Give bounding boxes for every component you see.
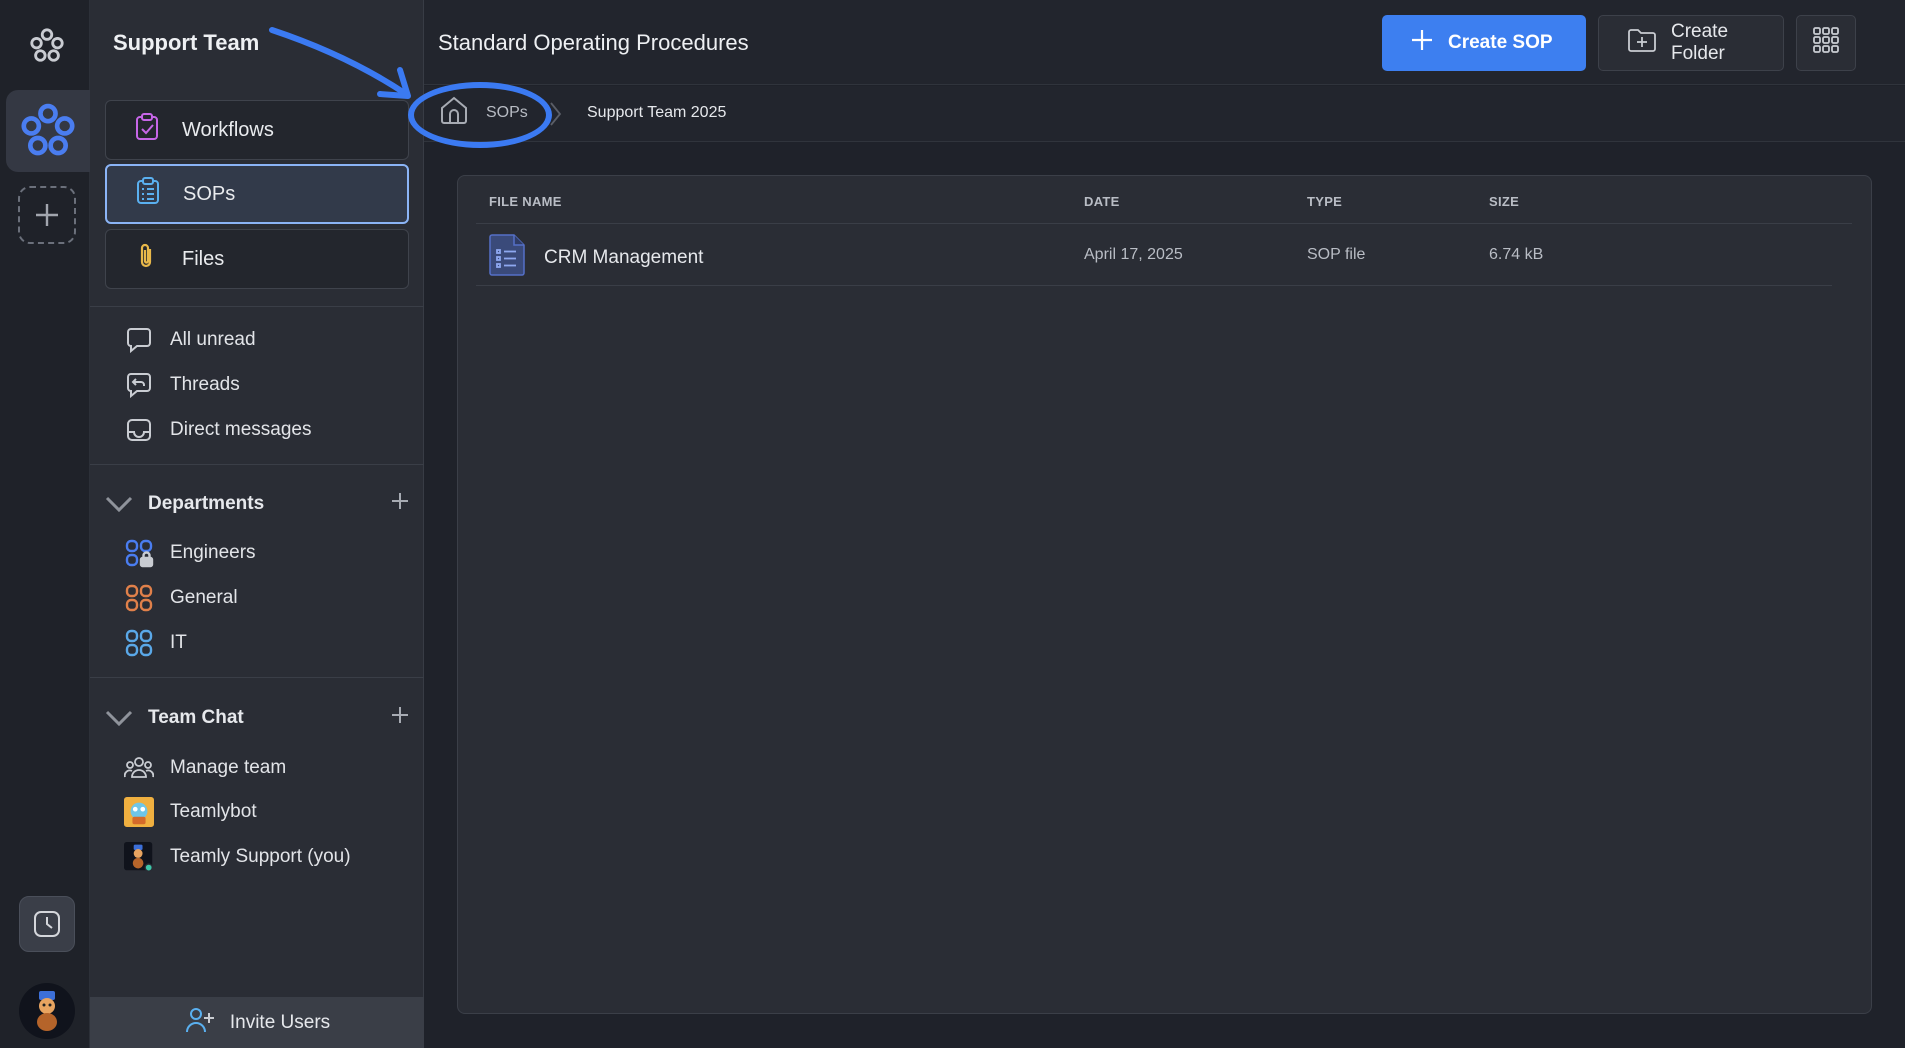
invite-users-label: Invite Users [229,1011,331,1033]
file-size: 6.74 kB [1489,246,1544,263]
divider [90,677,424,678]
add-department-icon[interactable] [390,491,410,517]
file-name: CRM Management [544,247,704,268]
document-icon [488,233,526,283]
sidebar-item-direct-messages[interactable]: Direct messages [124,412,312,448]
annotation-highlight [408,82,552,148]
sidebar-item-teamly-support[interactable]: Teamly Support (you) [124,839,351,875]
sidebar-item-label: Files [182,247,225,270]
create-sop-button[interactable]: Create SOP [1382,15,1586,71]
sidebar-item-label: All unread [170,329,256,350]
chevron-down-icon[interactable] [104,708,138,728]
departments-section[interactable]: Departments [104,486,410,522]
channel-icon [124,628,154,658]
workspace-rail [0,0,90,1048]
section-title: Departments [148,493,265,514]
create-folder-button[interactable]: Create Folder [1598,15,1784,71]
paperclip-icon [132,241,162,277]
clipboard-check-icon [132,112,162,148]
bot-avatar [124,797,154,827]
column-header[interactable]: SIZE [1489,194,1519,209]
sidebar-item-label: SOPs [183,182,236,205]
sidebar-item-files[interactable]: Files [105,229,409,289]
folder-plus-icon [1627,27,1657,59]
sidebar-item-teamlybot[interactable]: Teamlybot [124,794,257,830]
add-user-icon [184,1005,216,1041]
sidebar-item-label: Teamlybot [170,801,257,822]
team-chat-section[interactable]: Team Chat [104,700,410,736]
sidebar-item-label: Threads [170,374,240,395]
apps-grid-button[interactable] [1796,15,1856,71]
clipboard-list-icon [133,176,163,212]
chat-bubble-icon [124,325,154,355]
sidebar-item-threads[interactable]: Threads [124,367,240,403]
people-icon [124,753,154,783]
page-title: Standard Operating Procedures [438,30,749,55]
sidebar-item-label: Engineers [170,542,256,563]
section-title: Team Chat [148,707,244,728]
annotation-arrow [269,27,411,99]
teamly-logo-icon[interactable] [23,22,71,70]
breadcrumb-current[interactable]: Support Team 2025 [587,104,726,122]
table-header: FILE NAME DATE TYPE SIZE [476,176,1852,224]
invite-users-button[interactable]: Invite Users [90,997,424,1048]
file-table: FILE NAME DATE TYPE SIZE CRM Management … [457,175,1872,1014]
sidebar-item-it[interactable]: IT [124,625,187,661]
channel-locked-icon [124,538,154,568]
sidebar-item-label: Direct messages [170,419,312,440]
user-avatar [124,842,154,872]
sidebar-item-label: Manage team [170,757,287,778]
divider [90,306,424,307]
channel-icon [124,583,154,613]
sidebar-item-all-unread[interactable]: All unread [124,322,256,358]
sidebar-item-label: Workflows [182,118,274,141]
sidebar-item-manage-team[interactable]: Manage team [124,750,286,786]
breadcrumb: SOPs Support Team 2025 [408,82,1905,148]
grid-icon [1812,26,1840,60]
user-avatar[interactable] [19,983,75,1039]
add-chat-icon[interactable] [390,705,410,731]
sidebar-item-sops[interactable]: SOPs [105,164,409,224]
table-row[interactable]: CRM Management April 17, 2025 SOP file 6… [476,224,1832,286]
clock-icon[interactable] [19,896,75,952]
plus-icon [1410,28,1434,58]
inbox-icon [124,415,154,445]
sidebar-item-label: Teamly Support (you) [170,846,351,867]
workspace-support-team[interactable] [6,90,90,172]
divider [90,464,424,465]
main-content: Standard Operating Procedures Create SOP… [408,0,1905,1048]
reply-bubble-icon [124,370,154,400]
sidebar-item-label: General [170,587,238,608]
sidebar-item-general[interactable]: General [124,580,238,616]
file-name-cell[interactable]: CRM Management [488,233,703,283]
top-bar: Standard Operating Procedures Create SOP… [424,0,1905,85]
column-header[interactable]: TYPE [1307,194,1342,209]
sidebar-item-workflows[interactable]: Workflows [105,100,409,160]
column-header[interactable]: FILE NAME [489,194,562,209]
team-name: Support Team [113,30,260,55]
sidebar-item-engineers[interactable]: Engineers [124,535,256,571]
chevron-down-icon[interactable] [104,494,138,514]
sidebar: Support Team Workflows SOPs Files All un… [90,0,424,1048]
add-workspace-button[interactable] [18,186,76,244]
file-type: SOP file [1307,246,1366,263]
sidebar-item-label: IT [170,632,187,653]
column-header[interactable]: DATE [1084,194,1120,209]
file-date: April 17, 2025 [1084,246,1183,263]
chevron-right-icon [548,100,562,133]
create-sop-label: Create SOP [1448,32,1553,53]
create-folder-label: Create Folder [1671,21,1729,64]
